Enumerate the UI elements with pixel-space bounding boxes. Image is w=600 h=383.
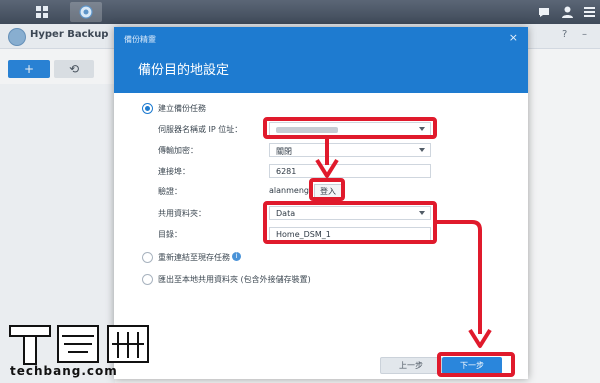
watermark-text: techbang.com — [10, 364, 118, 378]
arrow-down-to-login — [315, 139, 339, 178]
arrow-to-next-button — [437, 220, 492, 348]
